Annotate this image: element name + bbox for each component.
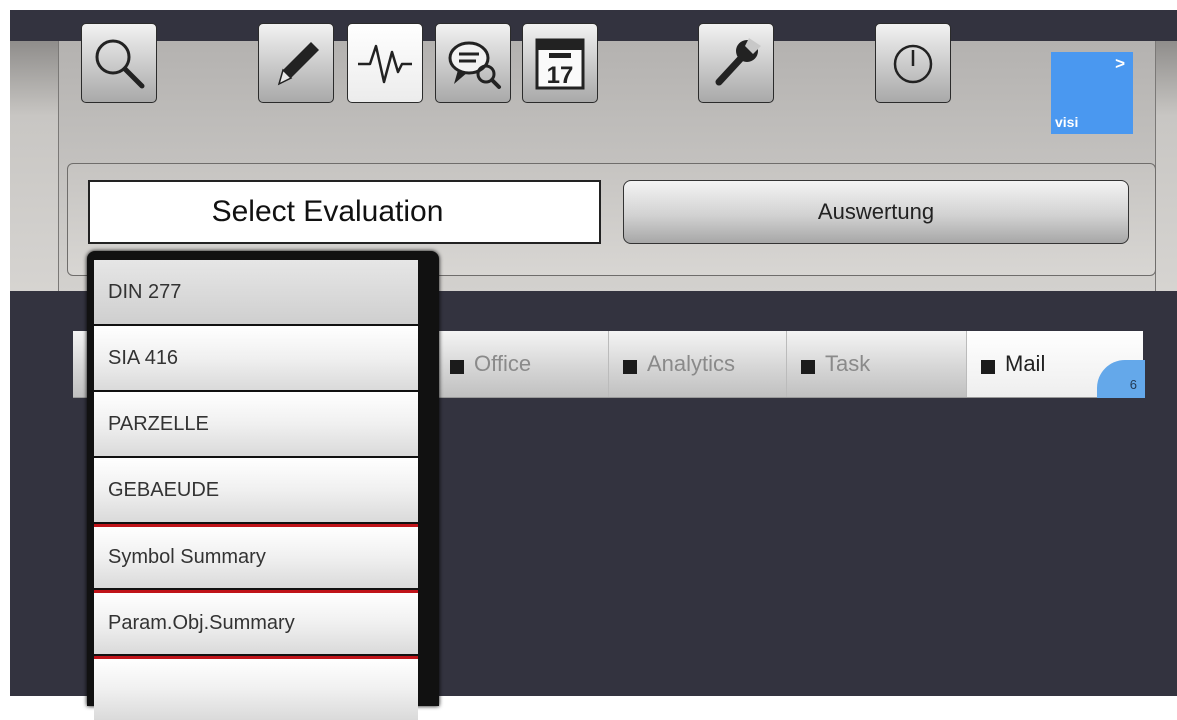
dropdown-item-symbol-summary[interactable]: Symbol Summary [94, 524, 418, 588]
tab-label: Mail [1005, 351, 1046, 376]
edit-button[interactable] [258, 23, 334, 103]
tab-task[interactable]: Task [786, 331, 966, 397]
tab-mail[interactable]: Mail 6 [966, 331, 1145, 398]
evaluation-dropdown: DIN 277 SIA 416 PARZELLE GEBAEUDE Symbol… [87, 251, 439, 720]
calendar-day: 17 [547, 62, 574, 89]
chat-button[interactable] [435, 23, 511, 103]
app-window: 17 > visi Select Evaluation Auswertung O… [10, 10, 1177, 720]
mail-count-badge: 6 [1097, 360, 1145, 398]
waveform-icon [358, 44, 412, 84]
tab-label: Office [474, 351, 532, 376]
dropdown-item-param-obj-summary[interactable]: Param.Obj.Summary [94, 590, 418, 654]
select-evaluation-field[interactable]: Select Evaluation [88, 180, 601, 244]
dropdown-item-empty[interactable] [94, 656, 418, 720]
power-icon [893, 44, 933, 84]
power-button[interactable] [875, 23, 951, 103]
visi-label: visi [1055, 114, 1079, 130]
tab-label: Analytics [647, 351, 736, 376]
tab-office[interactable]: Office [435, 331, 608, 397]
settings-button[interactable] [698, 23, 774, 103]
speech-bubble-search-icon [448, 41, 501, 89]
dropdown-item-gebaeude[interactable]: GEBAEUDE [94, 458, 418, 522]
tab-label: Task [825, 351, 871, 376]
dropdown-item-din277[interactable]: DIN 277 [94, 260, 418, 324]
square-icon [623, 360, 637, 374]
dropdown-item-parzelle[interactable]: PARZELLE [94, 392, 418, 456]
pen-icon [277, 42, 319, 86]
search-button[interactable] [81, 23, 157, 103]
tab-analytics[interactable]: Analytics [608, 331, 786, 397]
wrench-icon [715, 38, 761, 86]
dropdown-item-sia416[interactable]: SIA 416 [94, 326, 418, 390]
auswertung-button[interactable]: Auswertung [623, 180, 1129, 244]
chevron-right-icon: > [1115, 54, 1125, 73]
calendar-button[interactable]: 17 [522, 23, 598, 103]
square-icon [801, 360, 815, 374]
magnifier-icon [95, 39, 145, 89]
square-icon [981, 360, 995, 374]
calendar-icon: 17 [535, 38, 585, 90]
visi-button[interactable]: > visi [1051, 52, 1133, 134]
analytics-button[interactable] [347, 23, 423, 103]
square-icon [450, 360, 464, 374]
